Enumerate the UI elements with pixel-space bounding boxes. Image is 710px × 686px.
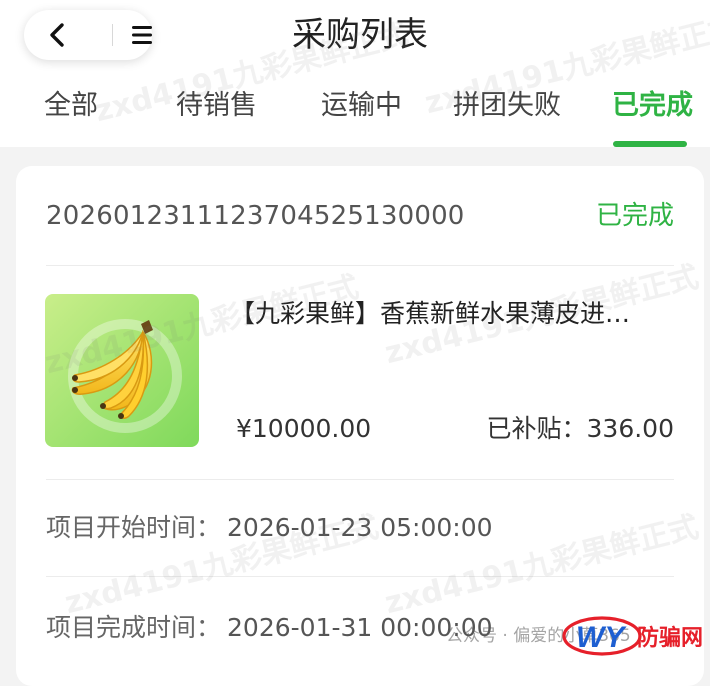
banana-product-image[interactable] <box>45 294 199 447</box>
subsidy-label: 已补贴： <box>486 414 587 443</box>
divider <box>46 265 674 266</box>
order-card[interactable]: 2026012311123704525130000 已完成 【九彩果鲜】香蕉新鲜… <box>16 166 704 686</box>
page-title: 采购列表 <box>292 15 428 55</box>
end-time-label: 项目完成时间： <box>46 613 222 642</box>
order-number: 2026012311123704525130000 <box>46 201 465 231</box>
divider <box>46 576 674 577</box>
wy-antifraud-logo: WY 防骗网 <box>562 616 703 656</box>
product-price: ¥10000.00 <box>236 414 372 443</box>
tab-bar: 全部 待销售 运输中 拼团失败 已完成 <box>0 84 710 132</box>
tab-all[interactable]: 全部 <box>44 84 98 128</box>
start-time-label: 项目开始时间： <box>46 513 222 542</box>
start-time-row: 项目开始时间： 2026-01-23 05:00:00 <box>46 510 493 546</box>
header-bar: 采购列表 全部 待销售 运输中 拼团失败 已完成 <box>0 0 710 147</box>
tab-active-indicator <box>613 141 687 147</box>
tab-group-failed[interactable]: 拼团失败 <box>453 84 561 128</box>
subsidy-value: 336.00 <box>586 414 674 443</box>
end-time-row: 项目完成时间： 2026-01-31 00:00:00 <box>46 610 493 646</box>
tab-in-transit[interactable]: 运输中 <box>321 84 402 128</box>
logo-cn: 防骗网 <box>637 625 703 651</box>
divider <box>46 479 674 480</box>
tab-pending-sale[interactable]: 待销售 <box>176 84 257 128</box>
logo-latin: WY <box>576 621 627 654</box>
subsidy-info: 已补贴：336.00 <box>487 412 675 446</box>
start-time-value: 2026-01-23 05:00:00 <box>227 513 493 542</box>
product-title[interactable]: 【九彩果鲜】香蕉新鲜水果薄皮进… <box>230 296 670 332</box>
tab-completed[interactable]: 已完成 <box>612 84 693 128</box>
order-status-badge: 已完成 <box>595 201 674 231</box>
